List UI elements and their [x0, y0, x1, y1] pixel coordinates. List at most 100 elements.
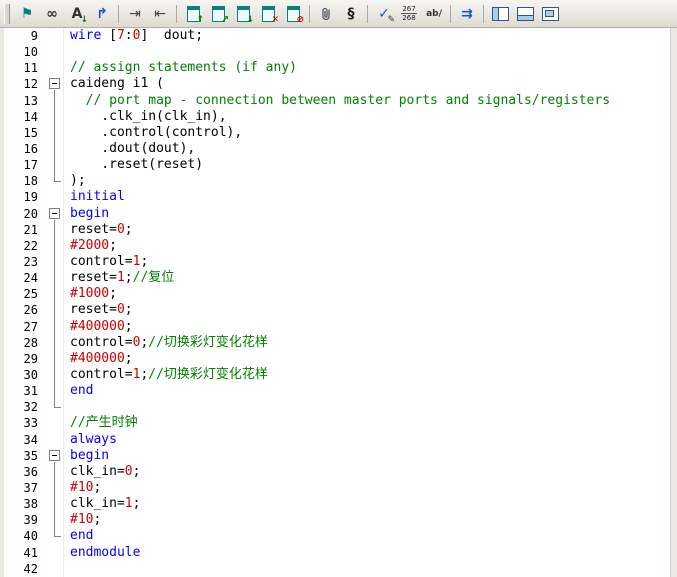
line-number: 41 [4, 545, 46, 561]
code-line[interactable]: 38clk_in=1; [4, 496, 671, 512]
code-line[interactable]: 15 .control(control), [4, 125, 671, 141]
fold-margin [46, 222, 64, 238]
line-number: 14 [4, 109, 46, 125]
file-insert-button[interactable]: ↗ [206, 2, 230, 26]
scrollbar[interactable] [670, 28, 677, 577]
outdent-button[interactable]: ⇤ [148, 2, 172, 26]
word-wrap-button[interactable]: ab/ [422, 2, 446, 26]
toolbar-separator [176, 5, 177, 23]
line-numbers-button[interactable]: 267268 [397, 2, 421, 26]
fold-margin [46, 399, 64, 415]
code-text: #1000; [64, 286, 671, 302]
code-line[interactable]: 18); [4, 173, 671, 189]
code-token: // port map - connection between master … [70, 93, 610, 108]
line-number: 15 [4, 125, 46, 141]
toolbar-separator [367, 5, 368, 23]
code-line[interactable]: 21reset=0; [4, 222, 671, 238]
code-line[interactable]: 40 end [4, 528, 671, 544]
fold-toggle-icon[interactable] [49, 450, 60, 461]
spell-check-button[interactable]: ✓✎ [372, 2, 396, 26]
code-line[interactable]: 13 // port map - connection between mast… [4, 93, 671, 109]
code-line[interactable]: 26reset=0; [4, 302, 671, 318]
find-next-overlay-icon: ↓ [80, 16, 88, 25]
fold-margin [46, 206, 64, 222]
line-number: 39 [4, 512, 46, 528]
code-text: end [64, 528, 671, 544]
code-line[interactable]: 33//产生时钟 [4, 415, 671, 431]
split-horizontal-button[interactable] [513, 2, 537, 26]
fold-margin [46, 189, 64, 205]
code-token: 0 [125, 464, 133, 479]
code-token: ; [125, 319, 133, 334]
code-line[interactable]: 22#2000; [4, 238, 671, 254]
line-number: 22 [4, 238, 46, 254]
code-token: ; [140, 254, 148, 269]
code-line[interactable]: 25#1000; [4, 286, 671, 302]
fold-toggle-icon[interactable] [49, 78, 60, 89]
word-wrap-icon: ab/ [426, 9, 442, 19]
code-text [64, 399, 671, 415]
fold-margin [46, 496, 64, 512]
code-line[interactable]: 9wire [7:0] dout; [4, 28, 671, 44]
code-text: .clk_in(clk_in), [64, 109, 671, 125]
code-line[interactable]: 36clk_in=0; [4, 464, 671, 480]
code-line[interactable]: 20begin [4, 206, 671, 222]
code-line[interactable]: 31end [4, 383, 671, 399]
code-line[interactable]: 27#400000; [4, 319, 671, 335]
code-line[interactable]: 17 .reset(reset) [4, 157, 671, 173]
code-line[interactable]: 29#400000; [4, 351, 671, 367]
code-line[interactable]: 24reset=1;//复位 [4, 270, 671, 286]
code-token: 0 [117, 222, 125, 237]
file-prev-button[interactable]: ↑ [181, 2, 205, 26]
code-token: ; [93, 480, 101, 495]
fold-toggle-icon[interactable] [49, 208, 60, 219]
bookmark-toggle-button[interactable]: ⚑ [15, 2, 39, 26]
fold-margin [46, 254, 64, 270]
code-line[interactable]: 34always [4, 432, 671, 448]
code-line[interactable]: 30control=1;//切换彩灯变化花样 [4, 367, 671, 383]
code-editor[interactable]: 9wire [7:0] dout;1011// assign statement… [0, 28, 677, 577]
code-text: ); [64, 173, 671, 189]
special-symbols-button[interactable]: § [339, 2, 363, 26]
attach-button[interactable] [314, 2, 338, 26]
code-line[interactable]: 35begin [4, 448, 671, 464]
fold-margin [46, 44, 64, 60]
find-next-button[interactable]: A↓ [65, 2, 89, 26]
code-line[interactable]: 10 [4, 44, 671, 60]
file-delete-overlay-icon: ✕ [271, 16, 279, 25]
toolbar: ⚑∞A↓↱⇥⇤↑↗↓✕⊘§✓✎267268ab/⇉ [0, 0, 677, 28]
cascade-windows-button[interactable] [538, 2, 562, 26]
code-line[interactable]: 37#10; [4, 480, 671, 496]
code-line[interactable]: 41endmodule [4, 545, 671, 561]
code-token: ; [93, 512, 101, 527]
code-line[interactable]: 39#10; [4, 512, 671, 528]
goto-line-button[interactable]: ↱ [90, 2, 114, 26]
split-vertical-button[interactable] [488, 2, 512, 26]
code-line[interactable]: 12caideng i1 ( [4, 76, 671, 92]
code-line[interactable]: 42 [4, 561, 671, 577]
code-line[interactable]: 23control=1; [4, 254, 671, 270]
code-text: //产生时钟 [64, 415, 671, 431]
line-number: 40 [4, 528, 46, 544]
code-line[interactable]: 32 [4, 399, 671, 415]
toolbar-grip[interactable] [4, 4, 10, 24]
indent-icon: ⇥ [129, 7, 141, 21]
goto-next-button[interactable]: ⇉ [455, 2, 479, 26]
code-token: [ [101, 28, 117, 43]
line-number: 31 [4, 383, 46, 399]
code-text [64, 561, 671, 577]
code-line[interactable]: 14 .clk_in(clk_in), [4, 109, 671, 125]
code-token: #10 [70, 480, 93, 495]
code-line[interactable]: 28control=0;//切换彩灯变化花样 [4, 335, 671, 351]
code-text: reset=0; [64, 222, 671, 238]
code-token: .dout(dout), [70, 141, 195, 156]
file-close-button[interactable]: ⊘ [281, 2, 305, 26]
file-delete-button[interactable]: ✕ [256, 2, 280, 26]
code-line[interactable]: 16 .dout(dout), [4, 141, 671, 157]
code-line[interactable]: 19initial [4, 189, 671, 205]
code-line[interactable]: 11// assign statements (if any) [4, 60, 671, 76]
find-button[interactable]: ∞ [40, 2, 64, 26]
indent-button[interactable]: ⇥ [123, 2, 147, 26]
file-next-button[interactable]: ↓ [231, 2, 255, 26]
special-symbols-icon: § [348, 7, 355, 21]
